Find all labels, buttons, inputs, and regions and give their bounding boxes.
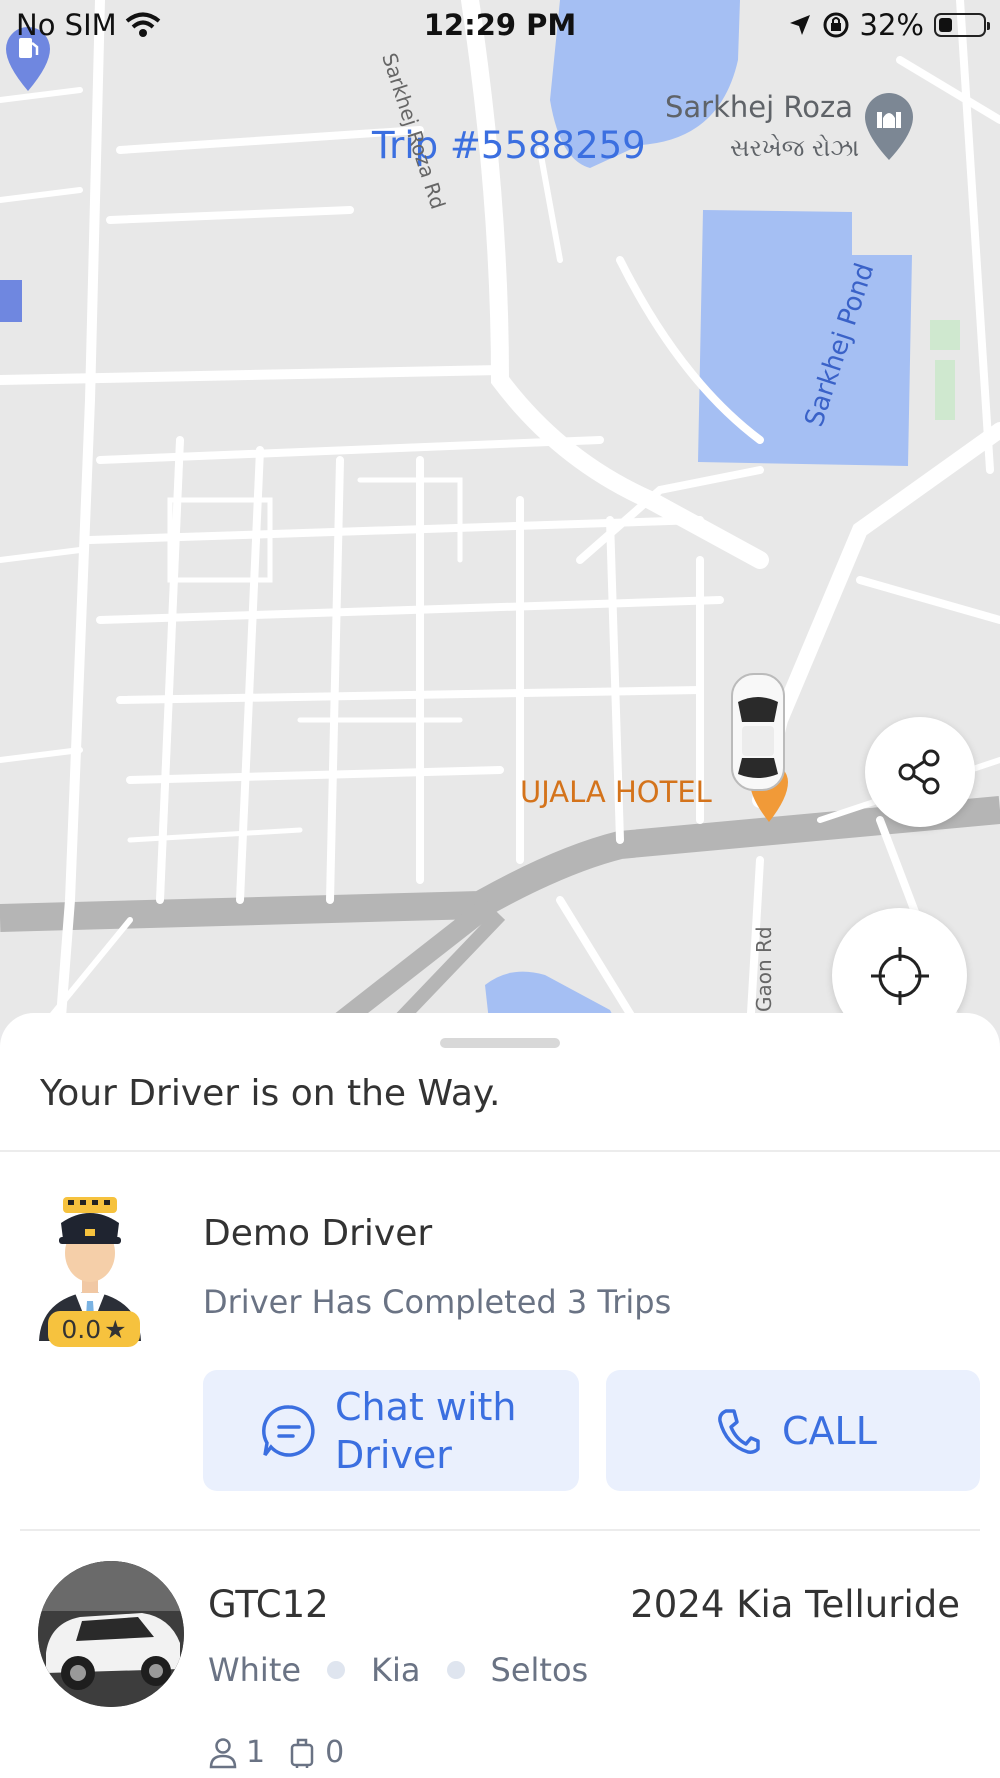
divider	[20, 1529, 980, 1531]
call-button-label: CALL	[782, 1408, 877, 1453]
sheet-drag-handle[interactable]	[440, 1038, 560, 1048]
hotel-label[interactable]: UJALA HOTEL	[520, 775, 712, 809]
battery-percent: 32%	[859, 8, 924, 42]
vehicle-image	[38, 1561, 184, 1707]
chat-button-label-line1: Chat with	[335, 1384, 517, 1429]
status-right-group: 32%	[788, 8, 990, 42]
chat-bubble-icon	[262, 1404, 315, 1457]
trip-status-text: Your Driver is on the Way.	[40, 1073, 501, 1114]
driver-trips-text: Driver Has Completed 3 Trips	[203, 1283, 672, 1321]
poi-name-label[interactable]: Sarkhej Roza	[665, 90, 853, 124]
passenger-count: 1	[246, 1735, 266, 1770]
luggage-count: 0	[325, 1735, 345, 1770]
location-arrow-icon	[789, 15, 810, 35]
vehicle-photo	[38, 1561, 184, 1707]
luggage-icon	[290, 1738, 314, 1768]
road-label: Gaon Rd	[752, 926, 776, 1012]
star-icon: ★	[104, 1314, 127, 1344]
divider	[0, 1150, 1000, 1152]
driver-name: Demo Driver	[203, 1213, 433, 1254]
battery-icon	[934, 13, 990, 37]
driver-rating-badge: 0.0 ★	[48, 1311, 140, 1347]
vehicle-model: 2024 Kia Telluride	[630, 1583, 960, 1626]
separator-dot	[327, 1661, 346, 1679]
separator-dot	[446, 1661, 465, 1679]
passenger-icon	[209, 1737, 237, 1768]
call-driver-button[interactable]: CALL	[606, 1370, 980, 1491]
vehicle-make: Kia	[371, 1651, 421, 1689]
vehicle-variant: Seltos	[490, 1651, 589, 1689]
share-button[interactable]	[865, 717, 975, 827]
mosque-pin-icon[interactable]	[860, 90, 918, 162]
crosshair-icon	[870, 946, 929, 1005]
share-icon	[898, 749, 940, 795]
orientation-lock-icon	[823, 12, 849, 38]
chat-button-label: Chat with Driver	[335, 1383, 517, 1479]
poi-local-name-label: સરખેજ રોઝા	[730, 134, 860, 162]
vehicle-capacity: 1 0	[208, 1735, 344, 1770]
chat-button-label-line2: Driver	[335, 1432, 452, 1477]
map-view[interactable]: Trip #5588259 Sarkhej Roza સરખેજ રોઝા Sa…	[0, 0, 1000, 1030]
phone-icon	[718, 1408, 760, 1454]
vehicle-color: White	[208, 1651, 302, 1689]
trip-bottom-sheet[interactable]: Your Driver is on the Way. 0.0 ★ Demo Dr…	[0, 1013, 1000, 1778]
battery-level-fill	[939, 18, 952, 32]
vehicle-plate: GTC12	[208, 1583, 329, 1626]
driver-car-marker-icon	[731, 673, 785, 791]
status-bar: No SIM 12:29 PM 32%	[0, 0, 1000, 52]
vehicle-attributes: White Kia Seltos	[208, 1651, 588, 1689]
chat-with-driver-button[interactable]: Chat with Driver	[203, 1370, 579, 1491]
recenter-location-button[interactable]	[832, 908, 967, 1030]
driver-rating-value: 0.0	[61, 1314, 102, 1344]
